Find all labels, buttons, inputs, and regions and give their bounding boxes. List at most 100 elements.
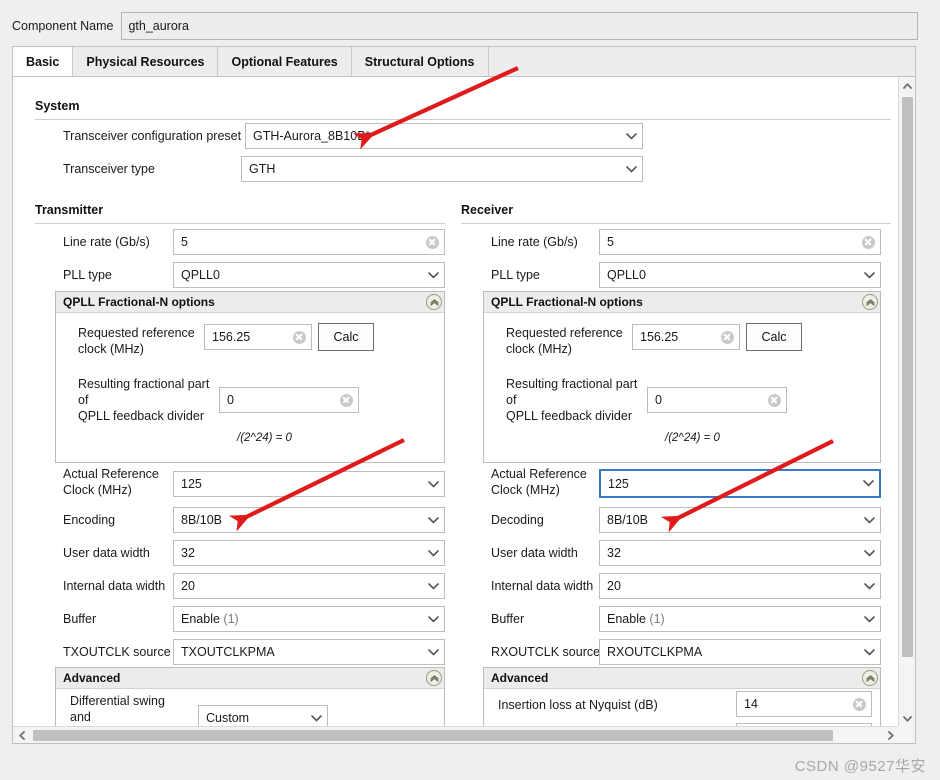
rx-pll-type-value: QPLL0 <box>607 268 646 282</box>
tab-physical-resources[interactable]: Physical Resources <box>73 47 219 76</box>
collapse-icon[interactable] <box>424 292 444 312</box>
tx-pll-type-value: QPLL0 <box>181 268 220 282</box>
tx-qpll-group-header[interactable]: QPLL Fractional-N options <box>56 292 444 313</box>
tx-diff-swing-combobox[interactable]: Custom <box>198 705 328 727</box>
scroll-down-icon[interactable] <box>899 710 915 727</box>
rx-req-ref-clock-label-line1: Requested reference <box>506 326 623 340</box>
clear-icon[interactable] <box>847 692 871 716</box>
rx-outclk-source-combobox[interactable]: RXOUTCLKPMA <box>599 639 881 665</box>
rx-outclk-source-value: RXOUTCLKPMA <box>607 645 703 659</box>
tx-line-rate-input[interactable]: 5 <box>173 229 445 255</box>
tx-frac-note: /(2^24) = 0 <box>237 432 292 444</box>
rx-qpll-group-body: Requested reference clock (MHz) 156.25 C… <box>484 313 880 463</box>
watermark: CSDN @9527华安 <box>794 758 926 775</box>
tab-bar-filler <box>489 47 916 76</box>
preset-combobox[interactable]: GTH-Aurora_8B10B* <box>245 123 643 149</box>
scroll-right-icon[interactable] <box>882 727 899 743</box>
rx-internal-data-width-combobox[interactable]: 20 <box>599 573 881 599</box>
rx-user-data-width-value: 32 <box>607 546 621 560</box>
rx-req-ref-clock-input[interactable]: 156.25 <box>632 324 740 350</box>
transceiver-type-label: Transceiver type <box>63 162 155 176</box>
tx-advanced-group-title: Advanced <box>63 671 121 685</box>
rx-buffer-value-text: Enable <box>607 612 646 626</box>
rx-advanced-group-header[interactable]: Advanced <box>484 668 880 689</box>
rx-decoding-combobox[interactable]: 8B/10B <box>599 507 881 533</box>
tx-buffer-value-suffix: (1) <box>223 612 239 626</box>
tx-outclk-source-combobox[interactable]: TXOUTCLKPMA <box>173 639 445 665</box>
tx-calc-button[interactable]: Calc <box>318 323 374 351</box>
clear-icon[interactable] <box>762 388 786 412</box>
rx-frac-label-line3: QPLL feedback divider <box>506 409 633 423</box>
chevron-down-icon <box>422 640 444 664</box>
rx-actual-ref-label-line1: Actual Reference <box>491 467 587 481</box>
tx-internal-data-width-combobox[interactable]: 20 <box>173 573 445 599</box>
rx-frac-input[interactable]: 0 <box>647 387 787 413</box>
rx-insertion-loss-input[interactable]: 14 <box>736 691 872 717</box>
tx-encoding-combobox[interactable]: 8B/10B <box>173 507 445 533</box>
horizontal-scrollbar[interactable] <box>13 726 899 743</box>
chevron-down-icon <box>858 574 880 598</box>
component-name-label: Component Name <box>12 19 114 33</box>
clear-icon[interactable] <box>856 230 880 254</box>
clear-icon[interactable] <box>334 388 358 412</box>
rx-line-rate-input[interactable]: 5 <box>599 229 881 255</box>
tx-actual-ref-combobox[interactable]: 125 <box>173 471 445 497</box>
chevron-down-icon <box>422 263 444 287</box>
scroll-up-icon[interactable] <box>899 77 915 94</box>
tx-buffer-combobox[interactable]: Enable (1) <box>173 606 445 632</box>
tx-advanced-group-header[interactable]: Advanced <box>56 668 444 689</box>
component-name-input[interactable]: gth_aurora <box>121 12 918 40</box>
tx-pll-type-combobox[interactable]: QPLL0 <box>173 262 445 288</box>
rx-advanced-group: Advanced Insertion loss at Nyquist (dB) … <box>483 667 881 727</box>
component-name-bar: Component Name gth_aurora <box>0 12 940 40</box>
tx-pll-type-label: PLL type <box>63 268 112 282</box>
chevron-down-icon <box>422 508 444 532</box>
tab-optional-features[interactable]: Optional Features <box>218 47 352 76</box>
clear-icon[interactable] <box>420 230 444 254</box>
tx-qpll-fractional-n-group: QPLL Fractional-N options Requested refe… <box>55 291 445 463</box>
tab-structural-options[interactable]: Structural Options <box>352 47 489 76</box>
tx-encoding-value: 8B/10B <box>181 513 223 527</box>
rx-buffer-combobox[interactable]: Enable (1) <box>599 606 881 632</box>
rx-insertion-loss-label: Insertion loss at Nyquist (dB) <box>498 698 658 712</box>
scroll-left-icon[interactable] <box>13 727 30 743</box>
tx-frac-label-line3: QPLL feedback divider <box>78 409 205 423</box>
collapse-icon[interactable] <box>860 292 880 312</box>
basic-tab-scroll-content: System Transceiver configuration preset … <box>13 77 899 727</box>
chevron-down-icon <box>858 263 880 287</box>
vertical-scrollbar-thumb[interactable] <box>902 97 913 657</box>
rx-user-data-width-combobox[interactable]: 32 <box>599 540 881 566</box>
rx-user-data-width-label: User data width <box>491 546 578 560</box>
tab-basic[interactable]: Basic <box>13 47 74 76</box>
clear-icon[interactable] <box>287 325 311 349</box>
clear-icon[interactable] <box>715 325 739 349</box>
tx-diff-swing-label-line1: Differential swing <box>70 694 165 708</box>
tx-diff-swing-value: Custom <box>206 711 250 725</box>
tx-user-data-width-label: User data width <box>63 546 150 560</box>
rx-frac-label-line1: Resulting fractional part <box>506 377 638 391</box>
tx-actual-ref-label-line1: Actual Reference <box>63 467 159 481</box>
rx-actual-ref-combobox[interactable]: 125 <box>599 469 881 498</box>
rx-frac-label-line2: of <box>506 393 517 407</box>
transmitter-section-rule <box>35 223 445 224</box>
collapse-icon[interactable] <box>424 668 444 688</box>
rx-req-ref-clock-label-line2: clock (MHz) <box>506 342 572 356</box>
chevron-down-icon <box>620 157 642 181</box>
rx-decoding-value: 8B/10B <box>607 513 649 527</box>
chevron-down-icon <box>422 607 444 631</box>
vertical-scrollbar[interactable] <box>898 77 915 727</box>
chevron-down-icon <box>422 472 444 496</box>
tx-actual-ref-label-line2: Clock (MHz) <box>63 483 132 497</box>
tx-user-data-width-combobox[interactable]: 32 <box>173 540 445 566</box>
horizontal-scrollbar-thumb[interactable] <box>33 730 833 741</box>
system-section-title: System <box>35 99 80 113</box>
rx-calc-button[interactable]: Calc <box>746 323 802 351</box>
chevron-down-icon <box>857 471 879 496</box>
collapse-icon[interactable] <box>860 668 880 688</box>
transceiver-type-combobox[interactable]: GTH <box>241 156 643 182</box>
rx-pll-type-combobox[interactable]: QPLL0 <box>599 262 881 288</box>
rx-decoding-label: Decoding <box>491 513 544 527</box>
tx-frac-input[interactable]: 0 <box>219 387 359 413</box>
tx-req-ref-clock-input[interactable]: 156.25 <box>204 324 312 350</box>
rx-qpll-group-header[interactable]: QPLL Fractional-N options <box>484 292 880 313</box>
